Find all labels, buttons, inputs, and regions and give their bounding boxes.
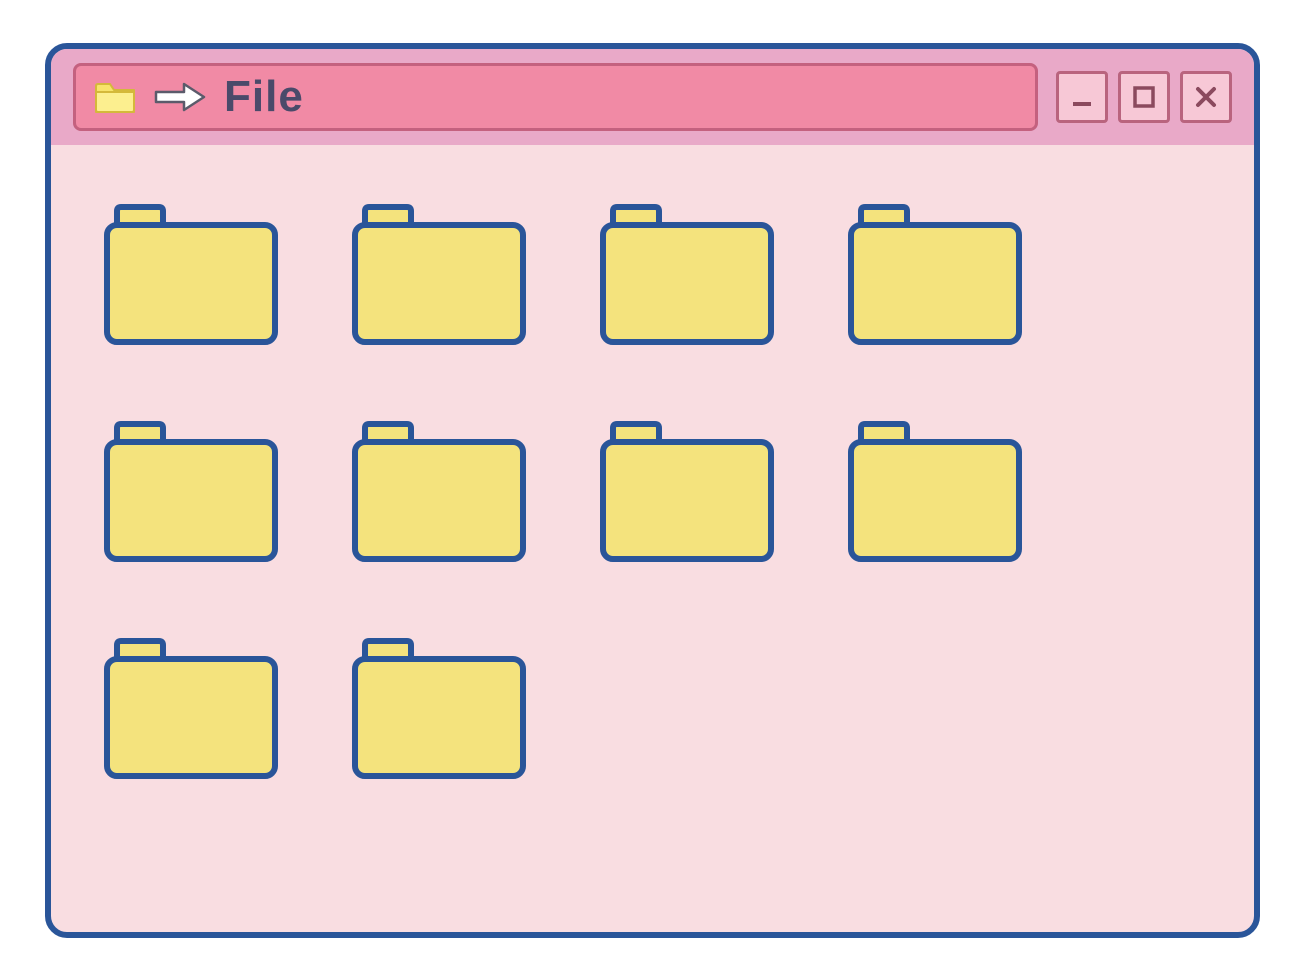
close-icon <box>1192 83 1220 111</box>
window-controls <box>1056 71 1232 123</box>
folder-icon <box>94 80 136 114</box>
file-window: File <box>45 43 1260 938</box>
folder-item[interactable] <box>845 420 1025 565</box>
minimize-icon <box>1068 83 1096 111</box>
folder-icon <box>851 424 1019 559</box>
folder-item[interactable] <box>349 420 529 565</box>
arrow-right-icon <box>154 82 206 112</box>
folder-icon <box>603 207 771 342</box>
folder-icon <box>355 641 523 776</box>
folder-grid <box>101 203 1204 782</box>
folder-icon <box>107 641 275 776</box>
folder-icon <box>603 424 771 559</box>
folder-icon <box>355 207 523 342</box>
folder-icon <box>107 207 275 342</box>
folder-item[interactable] <box>101 203 281 348</box>
folder-item[interactable] <box>101 420 281 565</box>
title-pill: File <box>73 63 1038 131</box>
folder-icon <box>107 424 275 559</box>
folder-icon <box>851 207 1019 342</box>
folder-item[interactable] <box>101 637 281 782</box>
folder-item[interactable] <box>349 203 529 348</box>
folder-item[interactable] <box>597 203 777 348</box>
folder-item[interactable] <box>845 203 1025 348</box>
maximize-icon <box>1130 83 1158 111</box>
window-title: File <box>224 72 304 122</box>
titlebar: File <box>51 49 1254 145</box>
maximize-button[interactable] <box>1118 71 1170 123</box>
folder-item[interactable] <box>597 420 777 565</box>
folder-item[interactable] <box>349 637 529 782</box>
close-button[interactable] <box>1180 71 1232 123</box>
minimize-button[interactable] <box>1056 71 1108 123</box>
folder-icon <box>355 424 523 559</box>
content-area <box>51 145 1254 812</box>
